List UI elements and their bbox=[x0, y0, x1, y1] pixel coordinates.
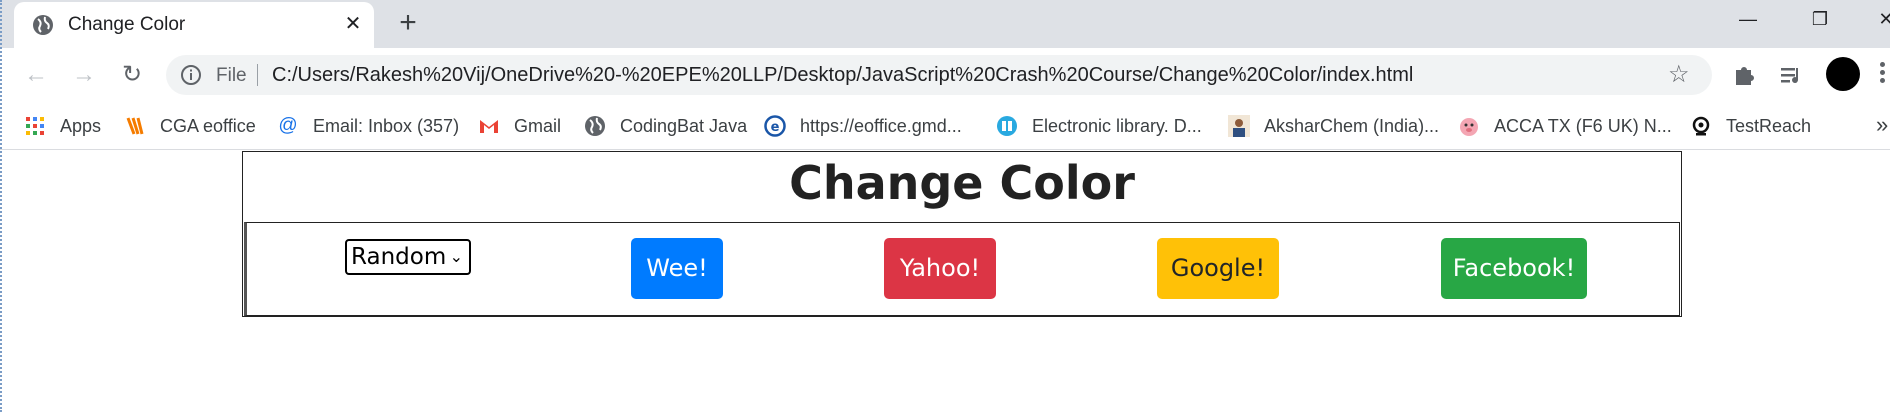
star-icon[interactable]: ☆ bbox=[1668, 60, 1690, 89]
tab-strip: Change Color ✕ + — ❐ ✕ bbox=[0, 0, 1890, 48]
bookmark-label: CGA eoffice bbox=[160, 115, 256, 136]
menu-icon[interactable] bbox=[1880, 62, 1886, 86]
profile-avatar[interactable] bbox=[1826, 57, 1860, 91]
bookmark-label: TestReach bbox=[1726, 115, 1812, 136]
media-icon[interactable] bbox=[1776, 60, 1806, 90]
bookmark-label: https://eoffice.gmd... bbox=[800, 115, 962, 136]
bookmark-label: Email: Inbox (357) bbox=[313, 115, 460, 136]
bookmark-label: CodingBat Java bbox=[620, 115, 748, 136]
restore-icon[interactable]: ❐ bbox=[1800, 6, 1840, 32]
info-icon[interactable] bbox=[180, 64, 202, 86]
address-bar[interactable]: File C:/Users/Rakesh%20Vij/OneDrive%20-%… bbox=[166, 55, 1712, 95]
new-tab-button[interactable]: + bbox=[392, 8, 424, 40]
bookmark-codingbat[interactable]: CodingBat Java bbox=[584, 114, 747, 138]
svg-text:e: e bbox=[771, 120, 780, 135]
bookmark-label: Gmail bbox=[514, 115, 562, 136]
bookmark-eoffice-gmd[interactable]: e https://eoffice.gmd... bbox=[764, 114, 962, 138]
back-arrow-icon[interactable]: ← bbox=[20, 59, 52, 91]
wee-button[interactable]: Wee! bbox=[631, 238, 723, 299]
browser-toolbar: ← → ↻ File C:/Users/Rakesh%20Vij/OneDriv… bbox=[0, 48, 1890, 102]
webcam-icon bbox=[1692, 116, 1710, 136]
pig-icon bbox=[1460, 118, 1478, 136]
address-separator bbox=[257, 64, 258, 86]
book-icon bbox=[997, 116, 1017, 136]
forward-arrow-icon[interactable]: → bbox=[68, 59, 100, 91]
url-scheme-label: File bbox=[216, 65, 247, 86]
bookmark-label: AksharChem (India)... bbox=[1264, 115, 1440, 136]
chevron-down-icon: ⌄ bbox=[449, 247, 463, 266]
bookmark-gmail[interactable]: Gmail bbox=[478, 114, 561, 138]
gmail-icon bbox=[480, 120, 498, 133]
window-edge bbox=[0, 0, 2, 412]
tab-title: Change Color bbox=[68, 14, 186, 35]
url-text[interactable]: C:/Users/Rakesh%20Vij/OneDrive%20-%20EPE… bbox=[272, 64, 1413, 87]
minimize-icon[interactable]: — bbox=[1728, 6, 1768, 32]
bookmark-email[interactable]: @ Email: Inbox (357) bbox=[277, 114, 459, 138]
color-select[interactable]: Random ⌄ bbox=[345, 239, 471, 275]
window-close-icon[interactable]: ✕ bbox=[1866, 6, 1890, 32]
bookmark-label: Electronic library. D... bbox=[1032, 115, 1202, 136]
bookmark-acca[interactable]: ACCA TX (F6 UK) N... bbox=[1458, 114, 1672, 138]
google-button[interactable]: Google! bbox=[1157, 238, 1279, 299]
bookmark-label: Apps bbox=[60, 115, 102, 136]
bookmark-testreach[interactable]: TestReach bbox=[1690, 114, 1811, 138]
color-select-value: Random bbox=[351, 244, 447, 270]
bookmark-label: ACCA TX (F6 UK) N... bbox=[1494, 115, 1672, 136]
bookmark-cga-eoffice[interactable]: CGA eoffice bbox=[124, 114, 256, 138]
browser-tab[interactable]: Change Color ✕ bbox=[14, 2, 374, 48]
apps-grid-icon bbox=[26, 117, 44, 135]
page-title: Change Color bbox=[789, 156, 1135, 210]
controls-row: Random ⌄ Wee! Yahoo! Google! Facebook! bbox=[244, 222, 1680, 316]
bookmarks-overflow-icon[interactable]: » bbox=[1876, 112, 1888, 138]
person-icon bbox=[1228, 115, 1250, 137]
cga-icon bbox=[126, 117, 144, 135]
globe-icon bbox=[585, 116, 605, 136]
tab-close-icon[interactable]: ✕ bbox=[340, 11, 366, 37]
globe-icon bbox=[33, 15, 53, 35]
e-icon: e bbox=[764, 115, 786, 137]
reload-icon[interactable]: ↻ bbox=[116, 59, 148, 91]
outer-container: Change Color Random ⌄ Wee! Yahoo! Google… bbox=[242, 151, 1682, 317]
bookmark-electronic-library[interactable]: Electronic library. D... bbox=[996, 114, 1202, 138]
page-viewport: Change Color Random ⌄ Wee! Yahoo! Google… bbox=[0, 150, 1890, 412]
bookmark-aksharchem[interactable]: AksharChem (India)... bbox=[1228, 114, 1439, 138]
extensions-icon[interactable] bbox=[1728, 60, 1758, 90]
yahoo-button[interactable]: Yahoo! bbox=[884, 238, 996, 299]
facebook-button[interactable]: Facebook! bbox=[1441, 238, 1587, 299]
at-icon: @ bbox=[278, 115, 298, 136]
bookmark-apps[interactable]: Apps bbox=[24, 114, 101, 138]
bookmarks-bar: Apps CGA eoffice @ Email: Inbox (357) Gm… bbox=[0, 102, 1890, 150]
